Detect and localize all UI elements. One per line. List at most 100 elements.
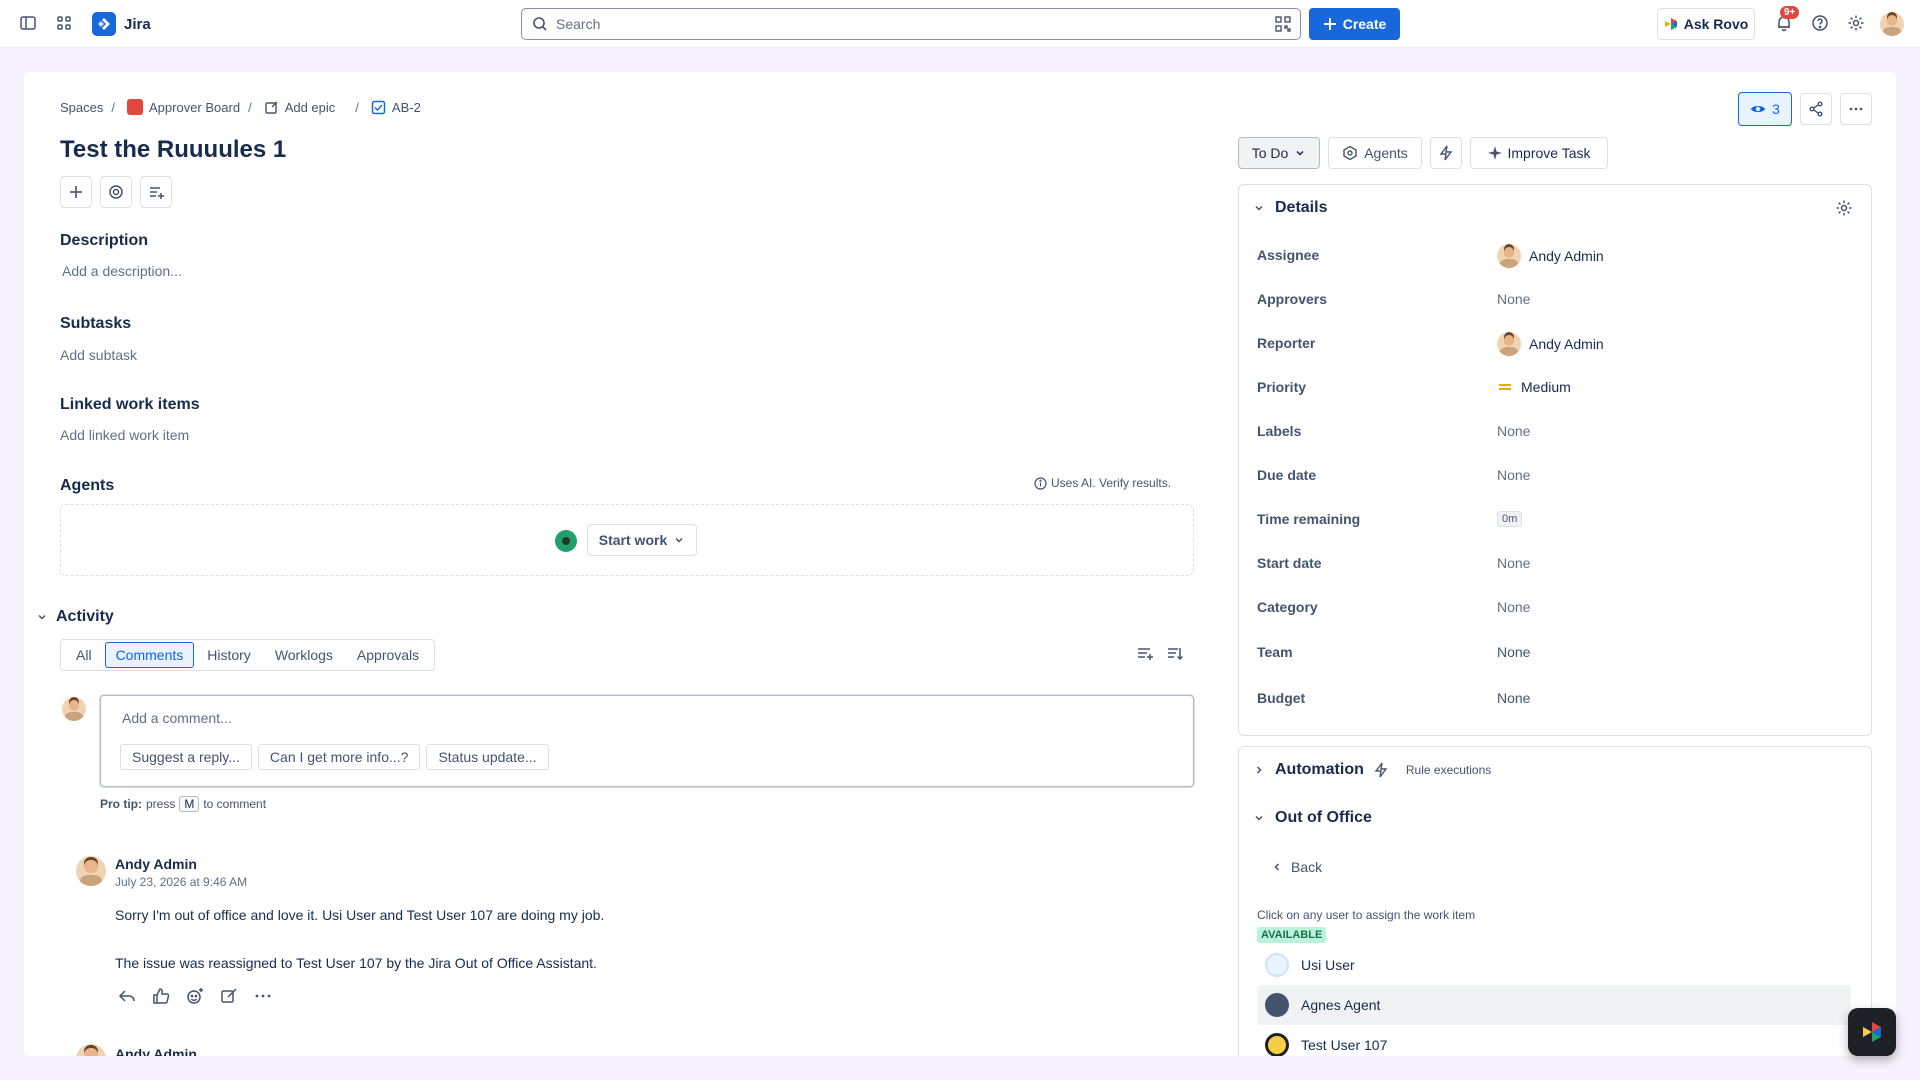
field-label-labels: Labels [1257, 423, 1302, 439]
subtasks-heading: Subtasks [60, 315, 132, 332]
tab-history[interactable]: History [196, 642, 262, 668]
plus-icon [70, 186, 82, 198]
current-user-avatar [62, 697, 86, 721]
add-subtask-button[interactable]: Add subtask [60, 347, 137, 363]
info-icon [1034, 476, 1047, 490]
reply-icon[interactable] [118, 987, 136, 1005]
ask-rovo-button[interactable]: Ask Rovo [1657, 8, 1755, 40]
app-switcher-icon[interactable] [48, 7, 80, 39]
thumbs-up-icon[interactable] [152, 987, 170, 1005]
ooo-user-test-user-107[interactable]: Test User 107 [1257, 1025, 1851, 1056]
app-name: Jira [124, 15, 151, 33]
list-add-icon [150, 187, 164, 199]
ooo-user-agnes-agent[interactable]: Agnes Agent [1257, 985, 1851, 1025]
status-dropdown[interactable]: To Do [1238, 137, 1320, 169]
breadcrumb-add-epic[interactable]: Add epic [264, 100, 335, 115]
comment-date[interactable]: July 23, 2026 at 9:46 AM [115, 875, 247, 889]
status-label: To Do [1251, 145, 1289, 161]
ooo-user-usi-user[interactable]: Usi User [1257, 945, 1851, 985]
comment-author[interactable]: Andy Admin [115, 856, 197, 872]
settings-gear-icon[interactable] [1840, 7, 1872, 39]
watchers-count: 3 [1772, 101, 1780, 117]
emoji-add-icon[interactable] [186, 987, 204, 1005]
quick-reply-status-update[interactable]: Status update... [426, 744, 549, 770]
field-value-assignee[interactable]: Andy Admin [1497, 244, 1604, 268]
field-value-priority[interactable]: Medium [1497, 379, 1571, 395]
quick-reply-suggest[interactable]: Suggest a reply... [120, 744, 252, 770]
issue-title[interactable]: Test the Ruuuules 1 [60, 136, 286, 164]
tab-worklogs[interactable]: Worklogs [264, 642, 344, 668]
field-value-reporter[interactable]: Andy Admin [1497, 332, 1604, 356]
edit-icon[interactable] [220, 987, 238, 1005]
back-button[interactable]: Back [1271, 859, 1322, 875]
comment-editor[interactable]: Add a comment... Suggest a reply... Can … [100, 695, 1194, 787]
details-toggle[interactable]: Details [1253, 199, 1327, 217]
top-navigation: Jira Search Create Ask Rovo 9+ [0, 0, 1920, 48]
field-value-labels[interactable]: None [1497, 423, 1530, 439]
tab-all[interactable]: All [65, 642, 103, 668]
comment-body-line: The issue was reassigned to Test User 10… [115, 955, 597, 971]
lightning-icon [1439, 145, 1453, 161]
comment-author-avatar[interactable] [76, 856, 106, 886]
description-field[interactable]: Add a description... [62, 263, 182, 279]
field-value-time-remaining[interactable]: 0m [1497, 511, 1523, 527]
sidebar-toggle-icon[interactable] [12, 7, 44, 39]
agents-heading: Agents [60, 477, 115, 494]
more-icon[interactable] [254, 987, 272, 1005]
watchers-button[interactable]: 3 [1738, 92, 1792, 126]
more-actions-button[interactable] [1840, 93, 1872, 125]
field-value-start-date[interactable]: None [1497, 555, 1530, 571]
search-input[interactable]: Search [521, 8, 1301, 40]
comment-author-avatar[interactable] [76, 1044, 106, 1056]
rovo-chat-button[interactable] [1848, 1008, 1896, 1056]
profile-avatar[interactable] [1880, 12, 1904, 36]
comment-body-line: Sorry I'm out of office and love it. Usi… [115, 907, 605, 923]
tab-approvals[interactable]: Approvals [346, 642, 430, 668]
jira-logo[interactable]: Jira [92, 12, 151, 36]
field-label-assignee: Assignee [1257, 247, 1320, 263]
filter-list-icon[interactable] [1136, 644, 1154, 662]
breadcrumb: Spaces / Approver Board / Add epic / AB-… [60, 99, 421, 115]
add-linked-item-button[interactable]: Add linked work item [60, 427, 189, 443]
rovo-icon [1863, 1022, 1881, 1042]
out-of-office-toggle[interactable]: Out of Office [1253, 809, 1372, 827]
field-label-start-date: Start date [1257, 555, 1322, 571]
create-button[interactable]: Create [1309, 8, 1400, 40]
share-icon [1809, 101, 1823, 117]
improve-task-button[interactable]: Improve Task [1470, 137, 1608, 169]
configure-gear-icon[interactable] [1835, 199, 1853, 217]
rule-executions-link[interactable]: Rule executions [1406, 763, 1491, 777]
add-button[interactable] [60, 176, 92, 208]
activity-sort-controls [1136, 644, 1184, 662]
field-label-due-date: Due date [1257, 467, 1317, 483]
automation-button[interactable] [1430, 137, 1462, 169]
breadcrumb-issue-key[interactable]: AB-2 [371, 100, 421, 115]
field-value-budget[interactable]: None [1497, 690, 1530, 706]
quick-reply-more-info[interactable]: Can I get more info...? [257, 744, 421, 770]
search-icon [533, 17, 547, 31]
qr-scan-icon[interactable] [1274, 15, 1292, 33]
activity-section-toggle[interactable]: Activity [36, 608, 114, 626]
help-icon[interactable] [1804, 7, 1836, 39]
breadcrumb-spaces[interactable]: Spaces [60, 100, 103, 115]
agent-icon [1343, 145, 1357, 161]
field-value-team[interactable]: None [1497, 644, 1530, 660]
sort-icon[interactable] [1166, 644, 1184, 662]
field-value-approvers[interactable]: None [1497, 291, 1530, 307]
add-field-button[interactable] [140, 176, 172, 208]
comment-author[interactable]: Andy Admin [115, 1046, 197, 1056]
field-value-due-date[interactable]: None [1497, 467, 1530, 483]
pro-tip: Pro tip: press M to comment [100, 796, 267, 812]
field-value-category[interactable]: None [1497, 599, 1530, 615]
apps-button[interactable] [100, 176, 132, 208]
agents-button[interactable]: Agents [1328, 137, 1422, 169]
automation-toggle[interactable]: Automation Rule executions [1253, 761, 1491, 779]
user-avatar [1265, 953, 1289, 977]
tab-comments[interactable]: Comments [104, 642, 195, 668]
user-avatar [1265, 1033, 1289, 1056]
field-label-priority: Priority [1257, 379, 1307, 395]
start-work-button[interactable]: Start work [587, 524, 697, 556]
share-button[interactable] [1800, 93, 1832, 125]
automation-heading: Automation [1275, 761, 1364, 778]
breadcrumb-board[interactable]: Approver Board [127, 99, 240, 115]
